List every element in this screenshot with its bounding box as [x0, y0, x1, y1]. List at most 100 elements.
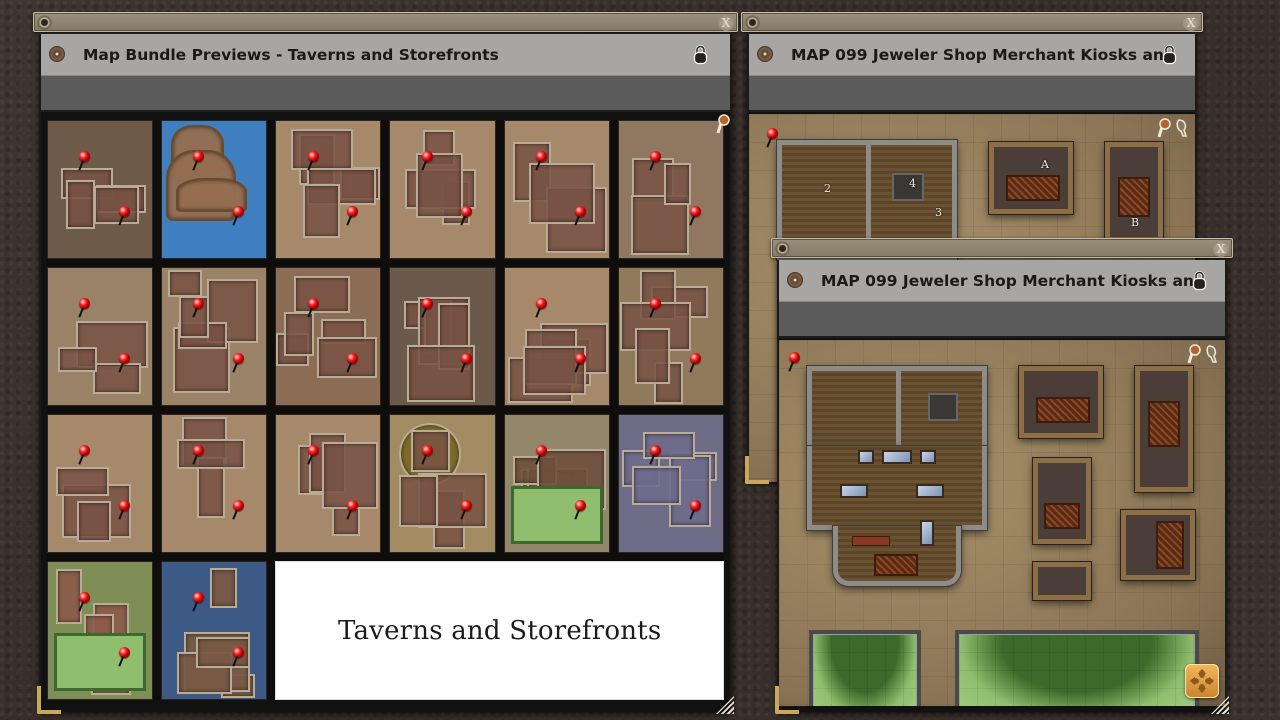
close-button[interactable]: X — [718, 15, 734, 31]
map-building-workshop — [807, 366, 987, 450]
map-pin[interactable] — [232, 352, 245, 373]
map-thumbnail[interactable] — [389, 267, 496, 406]
map-pin[interactable] — [688, 205, 702, 226]
map-pin[interactable] — [192, 445, 205, 465]
pin-head — [535, 445, 547, 457]
map-thumbnail[interactable] — [47, 414, 154, 553]
map-thumbnail[interactable] — [275, 120, 382, 259]
map-pin[interactable] — [421, 445, 434, 465]
map-thumbnail[interactable] — [503, 267, 610, 406]
window-menu-knob-icon[interactable] — [49, 46, 65, 62]
map-pin[interactable] — [346, 499, 359, 520]
map-thumbnail[interactable] — [275, 267, 382, 406]
thumbnail-grid: Taverns and Storefronts — [47, 120, 724, 700]
map-pin[interactable] — [78, 592, 91, 612]
lock-icon[interactable] — [1192, 271, 1207, 291]
window-grip-icon[interactable] — [776, 242, 789, 255]
map-pin[interactable] — [232, 205, 245, 226]
map-pin[interactable] — [535, 151, 548, 171]
window-menu-knob-icon[interactable] — [757, 46, 773, 62]
map-thumbnail-room — [55, 569, 82, 624]
map-thumbnail-room — [635, 327, 670, 384]
window-drag-bar[interactable]: X — [771, 238, 1233, 258]
map-thumbnail[interactable] — [503, 414, 610, 553]
pointer-tool-icon[interactable] — [1175, 118, 1189, 138]
map-thumbnail[interactable] — [47, 120, 154, 259]
map-pin[interactable] — [788, 352, 801, 372]
map-pin[interactable] — [460, 205, 473, 226]
map-pin[interactable] — [649, 151, 662, 171]
pin-needle — [78, 307, 85, 318]
map-thumbnail[interactable] — [389, 120, 496, 259]
lock-icon[interactable] — [693, 45, 708, 65]
window-drag-bar[interactable]: X — [741, 12, 1203, 32]
map-pin[interactable] — [118, 205, 131, 226]
map-thumbnail[interactable] — [47, 267, 154, 406]
map-thumbnail[interactable] — [161, 120, 268, 259]
map-thumbnail[interactable] — [389, 414, 496, 553]
close-button[interactable]: X — [1213, 241, 1229, 257]
map-pin[interactable] — [574, 352, 587, 373]
map-pin[interactable] — [688, 352, 702, 373]
close-button[interactable]: X — [1183, 15, 1199, 31]
map-thumbnail[interactable] — [503, 120, 610, 259]
window-title: Map Bundle Previews - Taverns and Storef… — [83, 46, 499, 64]
map-thumbnail[interactable] — [617, 267, 724, 406]
map-pin[interactable] — [306, 445, 320, 465]
map-thumbnail[interactable] — [275, 414, 382, 553]
map-pin[interactable] — [535, 445, 548, 465]
map-pin[interactable] — [421, 151, 434, 171]
pointer-tool-icon[interactable] — [1205, 344, 1219, 364]
map-pin[interactable] — [192, 151, 205, 171]
map-pin[interactable] — [306, 151, 320, 171]
map-pin[interactable] — [118, 499, 131, 520]
bundle-caption-tile[interactable]: Taverns and Storefronts — [275, 561, 724, 700]
window-grip-icon[interactable] — [38, 16, 51, 29]
map-image[interactable] — [779, 340, 1225, 706]
map-tools — [1157, 118, 1189, 138]
pin-needle — [192, 160, 199, 171]
map-pin[interactable] — [192, 298, 205, 318]
map-pin[interactable] — [118, 352, 131, 373]
map-pin[interactable] — [649, 298, 662, 318]
map-pin[interactable] — [649, 445, 662, 465]
map-pin[interactable] — [574, 499, 587, 520]
title-bar: MAP 099 Jeweler Shop Merchant Kiosks and… — [779, 260, 1225, 302]
map-thumbnail[interactable] — [617, 120, 724, 259]
map-pin[interactable] — [535, 298, 548, 318]
map-pin[interactable] — [306, 298, 320, 318]
map-pin[interactable] — [346, 205, 359, 226]
pin-needle — [535, 307, 541, 318]
map-thumbnail[interactable] — [161, 267, 268, 406]
pin-tool-icon[interactable] — [1157, 118, 1171, 138]
map-pin[interactable] — [232, 646, 245, 667]
map-pin[interactable] — [688, 499, 702, 520]
map-viewport[interactable] — [779, 340, 1225, 706]
pin-tool-icon[interactable] — [1187, 344, 1201, 364]
map-pin[interactable] — [78, 151, 91, 171]
window-grip-icon[interactable] — [746, 16, 759, 29]
map-pin[interactable] — [460, 499, 473, 520]
pan-control-icon[interactable] — [1185, 664, 1219, 698]
map-pin[interactable] — [766, 128, 779, 148]
map-pin[interactable] — [232, 499, 245, 520]
map-pin[interactable] — [346, 352, 359, 373]
window-menu-knob-icon[interactable] — [787, 272, 803, 288]
map-pin[interactable] — [118, 646, 131, 667]
map-pin[interactable] — [192, 592, 205, 612]
map-thumbnail[interactable] — [617, 414, 724, 553]
map-building-entrance — [833, 520, 961, 586]
map-pin[interactable] — [421, 298, 434, 318]
map-thumbnail[interactable] — [161, 561, 268, 700]
window-drag-bar[interactable]: X — [33, 12, 738, 32]
map-pin[interactable] — [78, 445, 91, 465]
pin-head — [535, 151, 547, 163]
map-pin[interactable] — [78, 298, 91, 318]
pin-tool-icon[interactable] — [716, 114, 730, 134]
lock-icon[interactable] — [1162, 45, 1177, 65]
map-thumbnail[interactable] — [161, 414, 268, 553]
map-thumbnail[interactable] — [47, 561, 154, 700]
pin-head — [535, 298, 547, 310]
map-pin[interactable] — [574, 205, 587, 226]
map-pin[interactable] — [460, 352, 473, 373]
